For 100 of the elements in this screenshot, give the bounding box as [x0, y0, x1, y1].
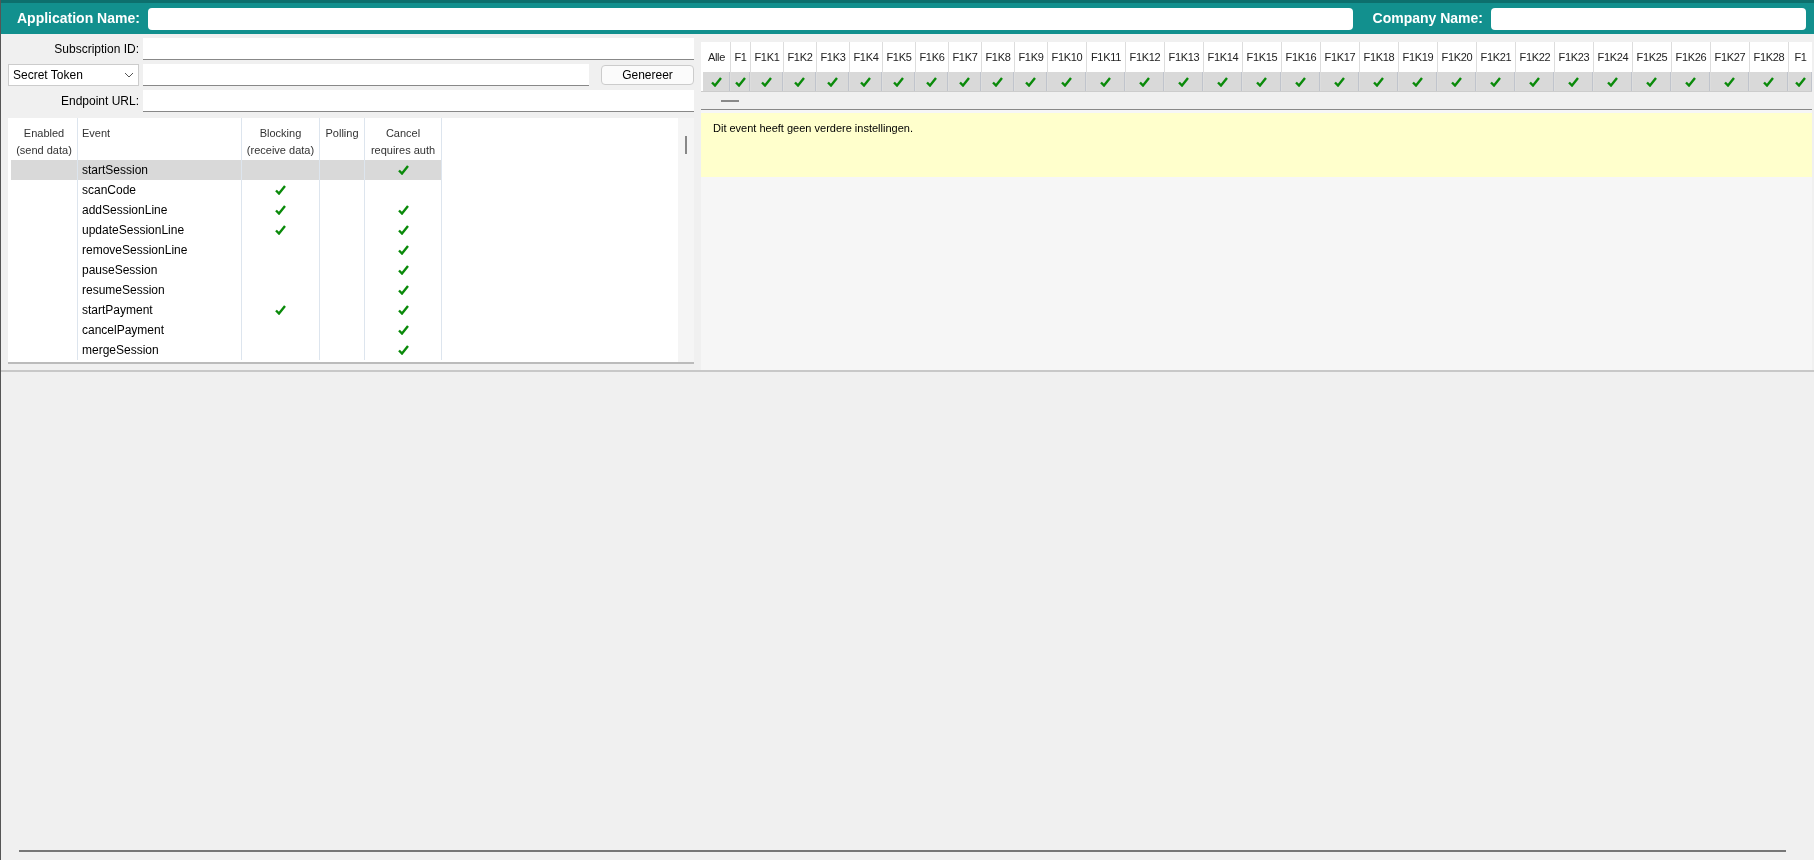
filter-column-header[interactable]: F1K3 — [817, 42, 849, 72]
checkmark-icon[interactable] — [734, 76, 746, 87]
checkmark-icon[interactable] — [1685, 76, 1696, 87]
filter-column-header[interactable]: F1 — [731, 42, 750, 72]
filter-column-header[interactable]: F1K19 — [1399, 42, 1437, 72]
checkmark-icon[interactable] — [397, 345, 409, 355]
event-row[interactable]: startPayment — [11, 300, 442, 320]
checkmark-icon[interactable] — [1373, 76, 1384, 87]
checkmark-icon[interactable] — [1100, 76, 1111, 87]
checkmark-icon[interactable] — [1646, 76, 1657, 87]
filter-column-header[interactable]: F1K23 — [1555, 42, 1593, 72]
filter-column-header[interactable]: F1K15 — [1243, 42, 1281, 72]
filter-column-header[interactable]: F1K17 — [1321, 42, 1359, 72]
checkmark-icon[interactable] — [926, 76, 937, 87]
checkmark-icon[interactable] — [1178, 76, 1189, 87]
checkmark-icon[interactable] — [1568, 76, 1579, 87]
checkmark-icon[interactable] — [1217, 76, 1228, 87]
checkmark-icon[interactable] — [275, 225, 286, 235]
checkmark-icon[interactable] — [1794, 76, 1806, 87]
filter-column-header[interactable]: F1K25 — [1633, 42, 1671, 72]
filter-column-header[interactable]: F1K2 — [784, 42, 816, 72]
checkmark-icon[interactable] — [397, 265, 409, 275]
filter-column-header[interactable]: F1K9 — [1015, 42, 1047, 72]
event-name: removeSessionLine — [78, 240, 242, 260]
checkmark-icon[interactable] — [761, 76, 772, 87]
checkmark-icon[interactable] — [1490, 76, 1501, 87]
event-name: startSession — [78, 160, 242, 180]
checkmark-icon[interactable] — [1529, 76, 1540, 87]
checkmark-icon[interactable] — [397, 325, 409, 335]
filter-column-header[interactable]: F1K20 — [1438, 42, 1476, 72]
filter-column-header[interactable]: Alle — [703, 42, 730, 72]
checkmark-icon[interactable] — [827, 76, 838, 87]
checkmark-icon[interactable] — [893, 76, 904, 87]
filter-column-header[interactable]: F1K13 — [1165, 42, 1203, 72]
subscription-id-field[interactable] — [143, 38, 694, 60]
checkmark-icon[interactable] — [1451, 76, 1462, 87]
checkmark-icon[interactable] — [992, 76, 1003, 87]
checkmark-icon[interactable] — [397, 165, 409, 175]
filter-column-header[interactable]: F1K22 — [1516, 42, 1554, 72]
event-row[interactable]: pauseSession — [11, 260, 442, 280]
checkmark-icon[interactable] — [1256, 76, 1267, 87]
event-name: startPayment — [78, 300, 242, 320]
checkmark-icon[interactable] — [275, 305, 286, 315]
checkmark-icon[interactable] — [397, 205, 409, 215]
filter-column-header[interactable]: F1K6 — [916, 42, 948, 72]
checkmark-icon[interactable] — [1412, 76, 1423, 87]
event-name: cancelPayment — [78, 320, 242, 340]
checkmark-icon[interactable] — [397, 305, 409, 315]
checkmark-icon[interactable] — [1061, 76, 1072, 87]
event-row[interactable]: updateSessionLine — [11, 220, 442, 240]
filter-column-header[interactable]: F1K1 — [751, 42, 783, 72]
subscription-id-label: Subscription ID: — [53, 41, 139, 58]
filter-column-header[interactable]: F1K27 — [1711, 42, 1749, 72]
checkmark-icon[interactable] — [1025, 76, 1036, 87]
checkmark-icon[interactable] — [794, 76, 805, 87]
checkmark-icon[interactable] — [1334, 76, 1345, 87]
event-row[interactable]: addSessionLine — [11, 200, 442, 220]
checkmark-icon[interactable] — [710, 76, 722, 87]
event-row[interactable]: mergeSession — [11, 340, 442, 360]
event-row[interactable]: cancelPayment — [11, 320, 442, 340]
checkmark-icon[interactable] — [1724, 76, 1735, 87]
scrollbar[interactable] — [678, 118, 694, 362]
event-row[interactable]: removeSessionLine — [11, 240, 442, 260]
filter-column-header[interactable]: F1K4 — [850, 42, 882, 72]
checkmark-icon[interactable] — [1763, 76, 1774, 87]
event-row[interactable]: resumeSession — [11, 280, 442, 300]
filter-column-header[interactable]: F1K18 — [1360, 42, 1398, 72]
filter-column-header[interactable]: F1K21 — [1477, 42, 1515, 72]
filter-column-header[interactable]: F1K10 — [1048, 42, 1086, 72]
filter-column-header[interactable]: F1K11 — [1087, 42, 1125, 72]
event-row[interactable]: startSession — [11, 160, 442, 180]
endpoint-url-field[interactable] — [143, 90, 694, 112]
filter-column-header[interactable]: F1K24 — [1594, 42, 1632, 72]
checkmark-icon[interactable] — [1607, 76, 1618, 87]
checkmark-icon[interactable] — [397, 225, 409, 235]
checkmark-icon[interactable] — [860, 76, 871, 87]
checkmark-icon[interactable] — [397, 285, 409, 295]
filter-column-header[interactable]: F1K26 — [1672, 42, 1710, 72]
checkmark-icon[interactable] — [275, 205, 286, 215]
filter-column-header[interactable]: F1K28 — [1750, 42, 1788, 72]
filter-column-header[interactable]: F1 — [1789, 42, 1812, 72]
filter-column-header[interactable]: F1K16 — [1282, 42, 1320, 72]
filter-column-header[interactable]: F1K8 — [982, 42, 1014, 72]
checkmark-icon[interactable] — [275, 185, 286, 195]
checkmark-icon[interactable] — [1295, 76, 1306, 87]
token-field[interactable] — [143, 64, 589, 86]
generate-button[interactable]: Genereer — [601, 65, 694, 85]
checkmark-icon[interactable] — [397, 245, 409, 255]
token-type-dropdown[interactable]: Secret Token — [8, 64, 139, 86]
event-name: updateSessionLine — [78, 220, 242, 240]
filter-column-header[interactable]: F1K7 — [949, 42, 981, 72]
checkmark-icon[interactable] — [959, 76, 970, 87]
filter-column-header[interactable]: F1K12 — [1126, 42, 1164, 72]
event-row[interactable]: scanCode — [11, 180, 442, 200]
company-name-field[interactable] — [1491, 7, 1806, 30]
application-name-field[interactable] — [147, 7, 1353, 30]
filter-column-header[interactable]: F1K5 — [883, 42, 915, 72]
chevron-down-icon — [124, 72, 134, 78]
checkmark-icon[interactable] — [1139, 76, 1150, 87]
filter-column-header[interactable]: F1K14 — [1204, 42, 1242, 72]
